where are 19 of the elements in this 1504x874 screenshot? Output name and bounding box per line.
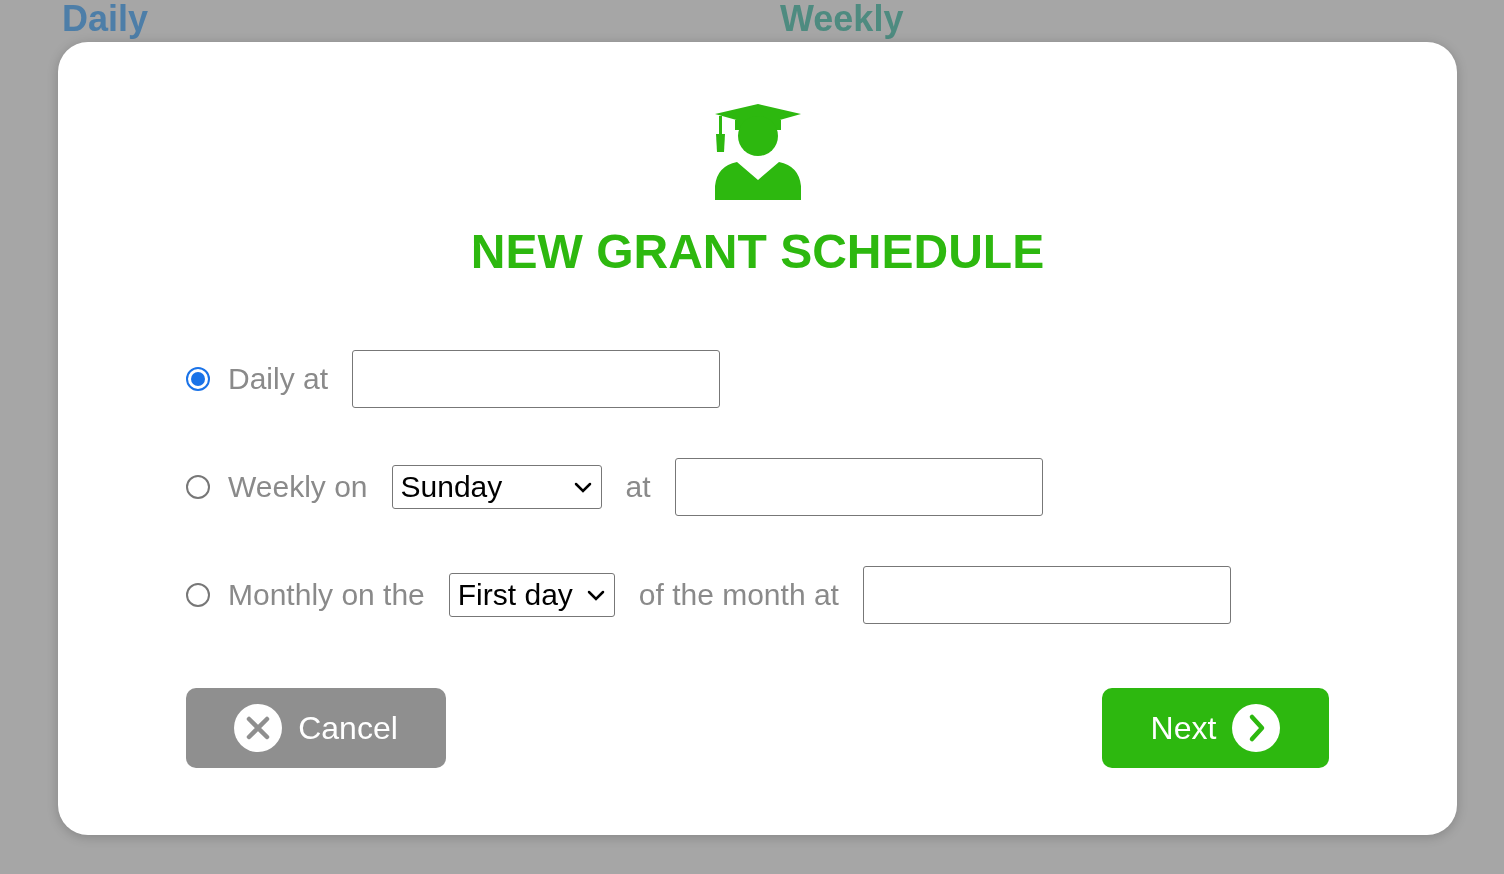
close-icon [234,704,283,752]
chevron-right-icon [1232,704,1281,752]
day-dropdown[interactable]: Sunday [391,465,602,509]
option-label: Weekly on [228,470,368,504]
graduate-icon [714,104,801,200]
option-label: Monthly on the [228,578,425,612]
time-field[interactable] [862,566,1231,624]
option-label: at [625,470,651,504]
time-field[interactable] [674,458,1043,516]
section-heading: Weekly [780,0,904,39]
section-heading: Daily [62,0,149,39]
dialog-title: NEW GRANT SCHEDULE [469,224,1046,280]
radio-button[interactable] [186,475,210,499]
radio-button[interactable] [186,583,210,607]
time-field[interactable] [352,350,721,408]
radio-button[interactable] [186,367,210,391]
option-label: Daily at [228,362,329,396]
option-label: of the month at [638,578,839,612]
day-dropdown[interactable]: First day [448,573,615,617]
